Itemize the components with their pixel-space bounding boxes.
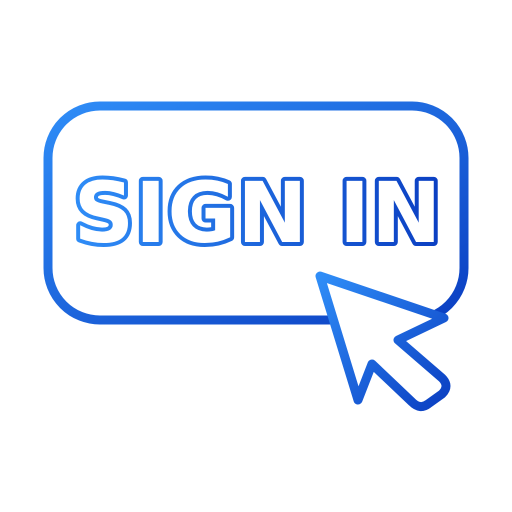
sign-in-icon-graphic: SIGN IN bbox=[43, 101, 469, 412]
mouse-pointer-icon bbox=[315, 271, 451, 412]
sign-in-illustration: SIGN IN bbox=[0, 0, 512, 512]
sign-in-button-label[interactable]: SIGN IN bbox=[70, 160, 446, 266]
